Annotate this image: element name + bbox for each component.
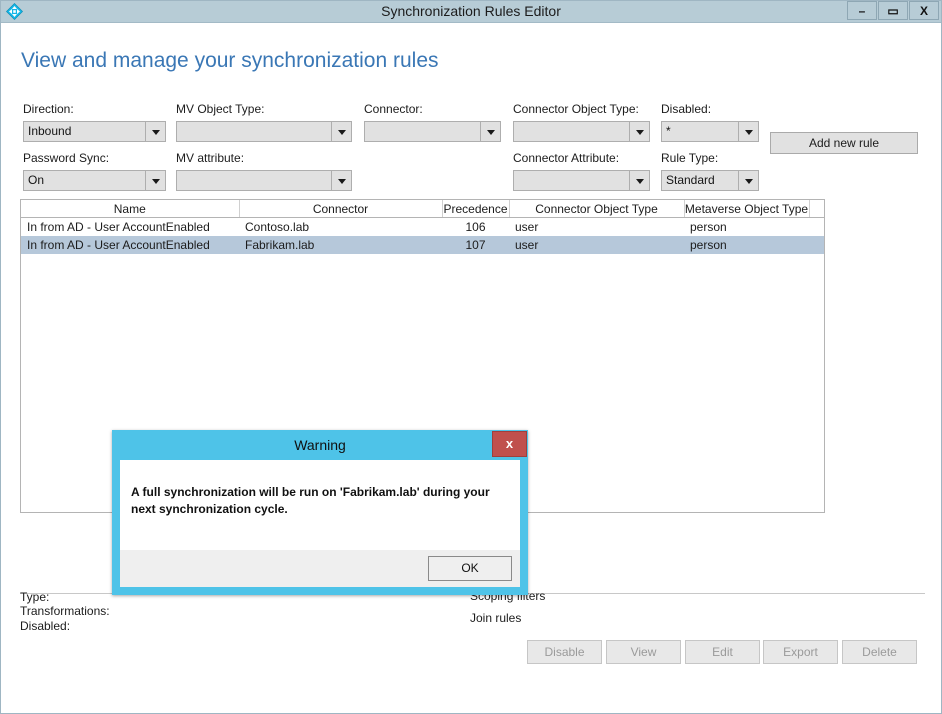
rule-type-label: Rule Type: bbox=[661, 151, 719, 165]
connector-attribute-label: Connector Attribute: bbox=[513, 151, 620, 165]
column-header-connector-object-type[interactable]: Connector Object Type bbox=[509, 200, 685, 218]
add-new-rule-button[interactable]: Add new rule bbox=[770, 132, 918, 154]
mv-object-type-value bbox=[177, 122, 331, 141]
connector-label: Connector: bbox=[364, 102, 423, 116]
view-button[interactable]: View bbox=[606, 640, 681, 664]
sync-rules-editor-window: Synchronization Rules Editor – ▭ X View … bbox=[0, 0, 942, 714]
rule-type-value: Standard bbox=[666, 173, 715, 187]
cell-connector: Contoso.lab bbox=[245, 220, 310, 234]
disabled-filter-select[interactable]: * bbox=[661, 121, 759, 142]
window-controls: – ▭ X bbox=[846, 1, 939, 20]
warning-dialog-ok-button[interactable]: OK bbox=[428, 556, 512, 581]
password-sync-value: On bbox=[28, 173, 45, 187]
mv-object-type-select[interactable] bbox=[176, 121, 352, 142]
mv-attribute-label: MV attribute: bbox=[176, 151, 245, 165]
cell-name: In from AD - User AccountEnabled bbox=[27, 220, 210, 234]
direction-select[interactable]: Inbound bbox=[23, 121, 166, 142]
connector-object-type-select[interactable] bbox=[513, 121, 650, 142]
chevron-down-icon[interactable] bbox=[331, 171, 351, 190]
chevron-down-icon[interactable] bbox=[331, 122, 351, 141]
table-header-row: Name Connector Precedence Connector Obje… bbox=[21, 200, 824, 218]
column-header-precedence[interactable]: Precedence bbox=[442, 200, 510, 218]
chevron-down-icon[interactable] bbox=[629, 171, 649, 190]
connector-value bbox=[365, 122, 480, 141]
mv-attribute-select[interactable] bbox=[176, 170, 352, 191]
connector-select[interactable] bbox=[364, 121, 501, 142]
warning-dialog-message: A full synchronization will be run on 'F… bbox=[131, 485, 490, 516]
warning-dialog-close-button[interactable]: x bbox=[492, 431, 527, 457]
connector-object-type-label: Connector Object Type: bbox=[513, 102, 639, 116]
warning-dialog: Warning x A full synchronization will be… bbox=[112, 430, 528, 595]
detail-disabled-label: Disabled: bbox=[20, 619, 71, 633]
rules-table: Name Connector Precedence Connector Obje… bbox=[21, 200, 824, 254]
column-header-metaverse-object-type[interactable]: Metaverse Object Type bbox=[684, 200, 810, 218]
column-header-spacer bbox=[809, 200, 824, 218]
detail-type-label: Type: bbox=[20, 590, 50, 604]
detail-join-rules-label: Join rules bbox=[470, 611, 522, 625]
delete-button[interactable]: Delete bbox=[842, 640, 917, 664]
rule-type-select[interactable]: Standard bbox=[661, 170, 759, 191]
chevron-down-icon[interactable] bbox=[480, 122, 500, 141]
cell-spacer bbox=[809, 236, 824, 254]
warning-dialog-title: Warning bbox=[294, 437, 346, 453]
password-sync-select[interactable]: On bbox=[23, 170, 166, 191]
maximize-button[interactable]: ▭ bbox=[878, 1, 908, 20]
chevron-down-icon[interactable] bbox=[145, 171, 165, 190]
chevron-down-icon[interactable] bbox=[738, 171, 758, 190]
cell-metaverse-object-type: person bbox=[690, 220, 727, 234]
window-titlebar: Synchronization Rules Editor – ▭ X bbox=[1, 1, 941, 23]
cell-metaverse-object-type: person bbox=[684, 236, 809, 254]
cell-name: In from AD - User AccountEnabled bbox=[21, 236, 239, 254]
connector-attribute-value bbox=[514, 171, 629, 190]
cell-connector: Fabrikam.lab bbox=[239, 236, 442, 254]
direction-value: Inbound bbox=[28, 124, 72, 138]
minimize-button[interactable]: – bbox=[847, 1, 877, 20]
window-title: Synchronization Rules Editor bbox=[381, 3, 561, 19]
cell-connector-object-type: user bbox=[509, 236, 684, 254]
cell-spacer bbox=[809, 218, 824, 237]
chevron-down-icon[interactable] bbox=[738, 122, 758, 141]
direction-label: Direction: bbox=[23, 102, 74, 116]
connector-object-type-value bbox=[514, 122, 629, 141]
disable-button[interactable]: Disable bbox=[527, 640, 602, 664]
connector-attribute-select[interactable] bbox=[513, 170, 650, 191]
edit-button[interactable]: Edit bbox=[685, 640, 760, 664]
cell-connector-object-type: user bbox=[515, 220, 539, 234]
detail-transformations-label: Transformations: bbox=[20, 604, 110, 618]
disabled-filter-value: * bbox=[666, 124, 671, 138]
cell-precedence: 107 bbox=[442, 236, 509, 254]
column-header-connector[interactable]: Connector bbox=[239, 200, 443, 218]
column-header-name[interactable]: Name bbox=[21, 200, 240, 218]
close-button[interactable]: X bbox=[909, 1, 939, 20]
page-title: View and manage your synchronization rul… bbox=[21, 49, 439, 72]
export-button[interactable]: Export bbox=[763, 640, 838, 664]
mv-object-type-label: MV Object Type: bbox=[176, 102, 265, 116]
chevron-down-icon[interactable] bbox=[629, 122, 649, 141]
table-row[interactable]: In from AD - User AccountEnabled Contoso… bbox=[21, 218, 824, 237]
disabled-filter-label: Disabled: bbox=[661, 102, 712, 116]
cell-precedence: 106 bbox=[465, 220, 486, 234]
mv-attribute-value bbox=[177, 171, 331, 190]
password-sync-label: Password Sync: bbox=[23, 151, 110, 165]
chevron-down-icon[interactable] bbox=[145, 122, 165, 141]
table-row[interactable]: In from AD - User AccountEnabled Fabrika… bbox=[21, 236, 824, 254]
